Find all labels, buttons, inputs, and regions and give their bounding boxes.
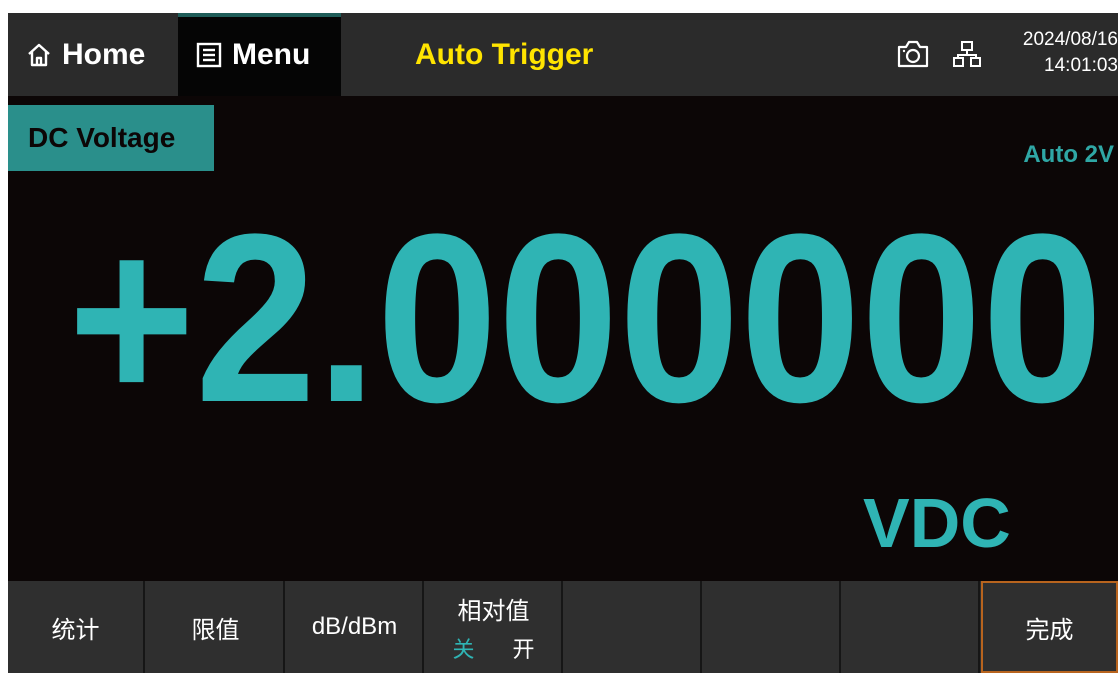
db-dbm-softkey[interactable]: dB/dBm [287, 581, 424, 673]
statistics-softkey[interactable]: 统计 [8, 581, 145, 673]
function-label: DC Voltage [8, 105, 214, 171]
unit-label: VDC [863, 484, 1011, 562]
relative-off-option: 关 [452, 636, 475, 662]
empty-softkey-5[interactable] [565, 581, 702, 673]
date-display: 2024/08/16 [1022, 29, 1118, 50]
done-softkey[interactable]: 完成 [981, 581, 1118, 673]
trigger-mode[interactable]: Auto Trigger [415, 13, 593, 96]
relative-softkey[interactable]: 相对值 关 开 [426, 581, 563, 673]
home-button[interactable]: Home [8, 13, 176, 96]
network-icon [953, 41, 981, 67]
statistics-label: 统计 [51, 616, 100, 644]
time-display: 14:01:03 [1044, 55, 1118, 76]
range-indicator: Auto 2V [1023, 141, 1114, 168]
menu-active-indicator [178, 13, 341, 17]
relative-label: 相对值 [457, 597, 530, 625]
db-dbm-label: dB/dBm [311, 613, 398, 640]
home-label: Home [62, 37, 146, 71]
done-label: 完成 [1025, 616, 1074, 644]
main-reading: +2.000000 [68, 184, 1103, 423]
empty-softkey-7[interactable] [843, 581, 980, 673]
clock: 2024/08/16 14:01:03 [992, 27, 1118, 79]
menu-label: Menu [232, 37, 311, 71]
empty-softkey-6[interactable] [704, 581, 841, 673]
multimeter-screen: Home Menu Auto Trigger 2024/08/16 14:01:… [8, 13, 1118, 673]
relative-on-option: 开 [512, 636, 535, 662]
reading-value: +2.000000 [68, 184, 1103, 423]
limit-softkey[interactable]: 限值 [148, 581, 285, 673]
home-icon [28, 43, 50, 66]
relative-toggle: 关 开 [452, 632, 534, 664]
menu-button[interactable]: Menu [178, 13, 341, 96]
softkey-bar: 统计 限值 dB/dBm 相对值 关 开 完成 [8, 581, 1118, 673]
status-bar: Home Menu Auto Trigger 2024/08/16 14:01:… [8, 13, 1118, 96]
camera-icon[interactable] [896, 39, 930, 69]
menu-list-icon [196, 42, 222, 67]
limit-label: 限值 [191, 616, 240, 644]
